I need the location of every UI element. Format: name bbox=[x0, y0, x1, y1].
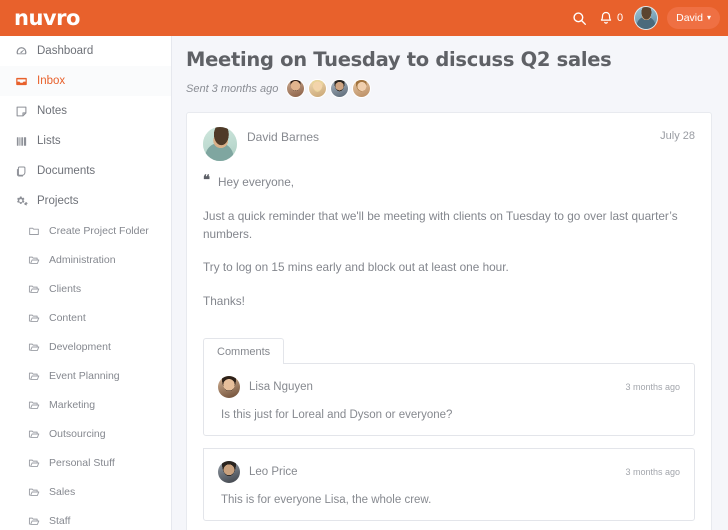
comment-text: Is this just for Loreal and Dyson or eve… bbox=[221, 408, 453, 421]
page-subline: Sent 3 months ago bbox=[186, 79, 710, 99]
comment-timestamp: 3 months ago bbox=[625, 381, 680, 392]
folder-open-icon bbox=[27, 369, 40, 382]
sent-timestamp: Sent 3 months ago bbox=[186, 82, 279, 95]
comment-header: Leo Price 3 months ago bbox=[218, 460, 680, 483]
message-paragraph: Thanks! bbox=[203, 294, 245, 309]
comment-author-name: Lisa Nguyen bbox=[249, 380, 313, 393]
participant-avatar[interactable] bbox=[286, 79, 306, 99]
sidebar-item-documents[interactable]: Documents bbox=[0, 156, 171, 186]
comment-author-avatar[interactable] bbox=[218, 375, 240, 398]
message-greeting: Hey everyone, bbox=[218, 175, 295, 190]
message-author-name: David Barnes bbox=[247, 130, 320, 145]
sidebar-folder-clients[interactable]: Clients bbox=[0, 274, 171, 303]
documents-icon bbox=[14, 164, 28, 178]
message-card: David Barnes July 28 ❝ Hey everyone, Jus… bbox=[186, 112, 712, 530]
inbox-icon bbox=[14, 74, 28, 88]
bell-icon bbox=[598, 10, 614, 26]
sidebar-folder-event-planning[interactable]: Event Planning bbox=[0, 361, 171, 390]
comment-text: This is for everyone Lisa, the whole cre… bbox=[221, 493, 432, 506]
projects-icon bbox=[14, 194, 28, 208]
sidebar-sub-label: Outsourcing bbox=[49, 427, 106, 440]
user-menu-button[interactable]: David ▾ bbox=[667, 7, 720, 29]
search-icon[interactable] bbox=[571, 10, 587, 26]
sidebar-sub-label: Administration bbox=[49, 253, 116, 266]
sidebar: Dashboard Inbox Notes Lists Documents Pr… bbox=[0, 36, 172, 530]
top-bar: nuvro 0 David ▾ bbox=[0, 0, 728, 36]
list-item: Leo Price 3 months ago This is for every… bbox=[203, 447, 695, 521]
folder-open-icon bbox=[27, 485, 40, 498]
sidebar-item-label: Inbox bbox=[37, 75, 66, 87]
sidebar-sub-label: Create Project Folder bbox=[49, 224, 149, 237]
chevron-down-icon: ▾ bbox=[706, 13, 711, 22]
sidebar-item-label: Lists bbox=[37, 135, 61, 147]
folder-open-icon bbox=[27, 514, 40, 527]
folder-open-icon bbox=[27, 456, 40, 469]
sidebar-item-dashboard[interactable]: Dashboard bbox=[0, 36, 171, 66]
page-title: Meeting on Tuesday to discuss Q2 sales bbox=[186, 48, 612, 71]
participant-avatar[interactable] bbox=[352, 79, 372, 99]
sidebar-item-projects[interactable]: Projects bbox=[0, 186, 171, 216]
sidebar-sub-label: Sales bbox=[49, 485, 76, 498]
message-paragraph: Try to log on 15 mins early and block ou… bbox=[203, 260, 509, 275]
message-greeting-row: ❝ Hey everyone, bbox=[203, 174, 695, 192]
message-author-avatar[interactable] bbox=[203, 127, 237, 162]
page-header: Meeting on Tuesday to discuss Q2 sales S… bbox=[172, 36, 728, 99]
folder-open-icon bbox=[27, 427, 40, 440]
comment-author-avatar[interactable] bbox=[218, 460, 240, 483]
sidebar-folder-sales[interactable]: Sales bbox=[0, 477, 171, 506]
comment-timestamp: 3 months ago bbox=[625, 466, 680, 477]
dashboard-icon bbox=[14, 44, 28, 58]
folder-open-icon bbox=[27, 253, 40, 266]
notifications-button[interactable]: 0 bbox=[598, 10, 623, 26]
sidebar-sub-label: Marketing bbox=[49, 398, 96, 411]
sidebar-folder-content[interactable]: Content bbox=[0, 303, 171, 332]
sidebar-folder-personal-stuff[interactable]: Personal Stuff bbox=[0, 448, 171, 477]
notes-icon bbox=[14, 104, 28, 118]
quote-icon: ❝ bbox=[203, 173, 210, 189]
lists-icon bbox=[14, 134, 28, 148]
sidebar-sub-label: Content bbox=[49, 311, 86, 324]
folder-closed-icon bbox=[27, 224, 40, 237]
main-content: Meeting on Tuesday to discuss Q2 sales S… bbox=[172, 36, 728, 530]
app-logo[interactable]: nuvro bbox=[14, 7, 80, 29]
sidebar-sub-label: Staff bbox=[49, 514, 71, 527]
participant-avatar[interactable] bbox=[308, 79, 328, 99]
sidebar-item-label: Projects bbox=[37, 195, 79, 207]
sidebar-folder-development[interactable]: Development bbox=[0, 332, 171, 361]
comment-author-name: Leo Price bbox=[249, 465, 298, 478]
message-paragraph: Just a quick reminder that we'll be meet… bbox=[203, 209, 678, 241]
sidebar-item-label: Documents bbox=[37, 165, 96, 177]
folder-open-icon bbox=[27, 340, 40, 353]
sidebar-item-label: Dashboard bbox=[37, 45, 94, 57]
avatar[interactable] bbox=[634, 6, 659, 30]
sidebar-folder-outsourcing[interactable]: Outsourcing bbox=[0, 419, 171, 448]
folder-open-icon bbox=[27, 282, 40, 295]
participant-avatar[interactable] bbox=[330, 79, 350, 99]
user-menu-label: David bbox=[676, 12, 703, 24]
sidebar-sub-label: Development bbox=[49, 340, 111, 353]
message-date: July 28 bbox=[660, 130, 695, 143]
list-item: Lisa Nguyen 3 months ago Is this just fo… bbox=[203, 362, 695, 436]
sidebar-folder-marketing[interactable]: Marketing bbox=[0, 390, 171, 419]
participant-avatars bbox=[286, 79, 372, 99]
tab-comments[interactable]: Comments bbox=[203, 337, 285, 364]
comment-header: Lisa Nguyen 3 months ago bbox=[218, 375, 680, 398]
sidebar-folder-administration[interactable]: Administration bbox=[0, 245, 171, 274]
sidebar-item-label: Notes bbox=[37, 105, 68, 117]
sidebar-item-lists[interactable]: Lists bbox=[0, 126, 171, 156]
notification-count: 0 bbox=[617, 12, 624, 24]
sidebar-item-inbox[interactable]: Inbox bbox=[0, 66, 171, 96]
sidebar-sub-label: Event Planning bbox=[49, 369, 120, 382]
folder-open-icon bbox=[27, 398, 40, 411]
message-header: David Barnes July 28 bbox=[203, 127, 695, 162]
sidebar-sub-label: Clients bbox=[49, 282, 82, 295]
sidebar-folder-staff[interactable]: Staff bbox=[0, 506, 171, 530]
sidebar-item-notes[interactable]: Notes bbox=[0, 96, 171, 126]
sidebar-item-create-project-folder[interactable]: Create Project Folder bbox=[0, 216, 171, 245]
comments-section: Comments Lisa Nguyen 3 months ago Is thi… bbox=[203, 337, 695, 521]
folder-open-icon bbox=[27, 311, 40, 324]
top-bar-actions: 0 David ▾ bbox=[571, 6, 728, 30]
sidebar-sub-label: Personal Stuff bbox=[49, 456, 115, 469]
